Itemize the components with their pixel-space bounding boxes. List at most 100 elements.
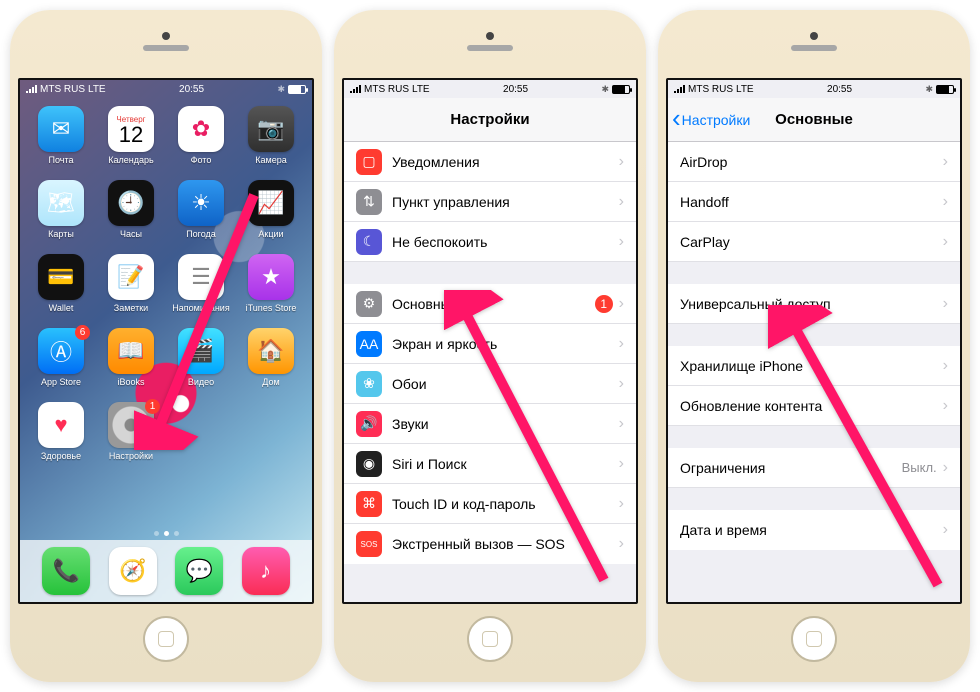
settings-row[interactable]: Handoff›: [668, 182, 960, 222]
home-button[interactable]: [467, 616, 513, 662]
app-glyph-icon: ☀: [178, 180, 224, 226]
app-icon[interactable]: 📈Акции: [236, 180, 306, 252]
app-icon[interactable]: 📷 Камера: [236, 106, 306, 178]
settings-row[interactable]: CarPlay›: [668, 222, 960, 262]
row-icon: AA: [356, 331, 382, 357]
chevron-right-icon: ›: [619, 415, 624, 433]
settings-row[interactable]: ⇅Пункт управления›: [344, 182, 636, 222]
row-label: Дата и время: [680, 522, 943, 538]
chevron-right-icon: ›: [943, 459, 948, 477]
settings-row[interactable]: ⌘Touch ID и код-пароль›: [344, 484, 636, 524]
battery-icon: [288, 85, 306, 94]
app-icon[interactable]: ✿Фото: [166, 106, 236, 178]
app-glyph-icon: 🏠: [248, 328, 294, 374]
chevron-right-icon: ›: [943, 357, 948, 375]
app-icon[interactable]: 🕘Часы: [96, 180, 166, 252]
settings-row[interactable]: AAЭкран и яркость›: [344, 324, 636, 364]
home-button[interactable]: [143, 616, 189, 662]
app-label: Здоровье: [41, 451, 81, 461]
app-glyph-icon: ★: [248, 254, 294, 300]
settings-row[interactable]: ❀Обои›: [344, 364, 636, 404]
settings-row[interactable]: Обновление контента›: [668, 386, 960, 426]
app-icon[interactable]: 🏠Дом: [236, 328, 306, 400]
app-label: Настройки: [109, 451, 153, 461]
app-label: Заметки: [114, 303, 148, 313]
app-icon[interactable]: ✉Почта: [26, 106, 96, 178]
notification-badge: 6: [75, 325, 90, 340]
app-icon[interactable]: 💳Wallet: [26, 254, 96, 326]
chevron-right-icon: ›: [943, 397, 948, 415]
front-camera: [486, 32, 494, 40]
chevron-right-icon: ›: [619, 495, 624, 513]
dock-app-icon[interactable]: 📞: [42, 547, 90, 595]
bluetooth-icon: ✱: [277, 84, 285, 95]
carrier-label: MTS RUS: [40, 84, 85, 95]
bluetooth-icon: ✱: [925, 84, 933, 95]
app-glyph-icon: ♥: [38, 402, 84, 448]
app-glyph-icon: 📝: [108, 254, 154, 300]
back-button[interactable]: Настройки: [672, 112, 750, 128]
app-label: Акции: [258, 229, 283, 239]
row-label: Touch ID и код-пароль: [392, 496, 619, 512]
app-label: Фото: [191, 155, 212, 165]
dock-app-icon[interactable]: 🧭: [109, 547, 157, 595]
app-icon[interactable]: ☰Напоминания: [166, 254, 236, 326]
app-label: App Store: [41, 377, 81, 387]
phone-bezel-top: [18, 18, 314, 78]
app-icon[interactable]: 🗺Карты: [26, 180, 96, 252]
signal-icon: [26, 85, 37, 93]
app-grid: ✉ПочтаЧетверг12Календарь✿Фото 📷 Камера 🗺Кар…: [20, 102, 312, 534]
clock: 20:55: [503, 84, 528, 95]
row-icon: ▢: [356, 149, 382, 175]
notification-badge: 1: [145, 399, 160, 414]
clock: 20:55: [179, 84, 204, 95]
row-value: Выкл.: [902, 460, 937, 475]
status-bar: MTS RUS LTE 20:55 ✱: [344, 80, 636, 98]
app-icon[interactable]: Четверг12Календарь: [96, 106, 166, 178]
phone-bezel-top: [666, 18, 962, 78]
settings-row[interactable]: ОграниченияВыкл.›: [668, 448, 960, 488]
app-icon[interactable]: Ⓐ6App Store: [26, 328, 96, 400]
page-indicator[interactable]: [20, 531, 312, 536]
general-settings-screen: MTS RUS LTE 20:55 ✱ Настройки Основные A…: [666, 78, 962, 604]
settings-row[interactable]: 🔊Звуки›: [344, 404, 636, 444]
app-icon[interactable]: 1 Настройки: [96, 402, 166, 474]
app-label: Календарь: [108, 155, 153, 165]
row-label: Handoff: [680, 194, 943, 210]
app-label: Камера: [255, 155, 286, 165]
settings-row[interactable]: ⚙Основные1›: [344, 284, 636, 324]
app-label: Напоминания: [172, 303, 229, 313]
app-icon[interactable]: 📝 Заметки: [96, 254, 166, 326]
dock-app-icon[interactable]: 💬: [175, 547, 223, 595]
signal-icon: [674, 85, 685, 93]
phone-bezel-top: [342, 18, 638, 78]
app-icon[interactable]: 🎬Видео: [166, 328, 236, 400]
settings-row[interactable]: AirDrop›: [668, 142, 960, 182]
dock-app-icon[interactable]: ♪: [242, 547, 290, 595]
app-label: iTunes Store: [246, 303, 297, 313]
settings-row[interactable]: Хранилище iPhone›: [668, 346, 960, 386]
settings-list[interactable]: ▢Уведомления›⇅Пункт управления›☾Не беспо…: [344, 142, 636, 602]
settings-row[interactable]: ☾Не беспокоить›: [344, 222, 636, 262]
row-label: AirDrop: [680, 154, 943, 170]
settings-row[interactable]: Универсальный доступ›: [668, 284, 960, 324]
chevron-right-icon: ›: [943, 153, 948, 171]
settings-row[interactable]: ▢Уведомления›: [344, 142, 636, 182]
carrier-label: MTS RUS: [688, 84, 733, 95]
row-icon: ☾: [356, 229, 382, 255]
home-button[interactable]: [791, 616, 837, 662]
app-icon[interactable]: 📖iBooks: [96, 328, 166, 400]
row-label: Обои: [392, 376, 619, 392]
app-icon[interactable]: ♥ Здоровье: [26, 402, 96, 474]
phone-bezel-bottom: [666, 604, 962, 674]
app-glyph-icon: 📷: [248, 106, 294, 152]
settings-row[interactable]: ◉Siri и Поиск›: [344, 444, 636, 484]
row-label: Хранилище iPhone: [680, 358, 943, 374]
row-label: Экстренный вызов — SOS: [392, 536, 619, 552]
app-icon[interactable]: ★ iTunes Store: [236, 254, 306, 326]
general-settings-list[interactable]: AirDrop›Handoff›CarPlay›Универсальный до…: [668, 142, 960, 602]
app-icon[interactable]: ☀Погода: [166, 180, 236, 252]
settings-row[interactable]: Дата и время›: [668, 510, 960, 550]
settings-row[interactable]: SOSЭкстренный вызов — SOS›: [344, 524, 636, 564]
row-icon: ❀: [356, 371, 382, 397]
